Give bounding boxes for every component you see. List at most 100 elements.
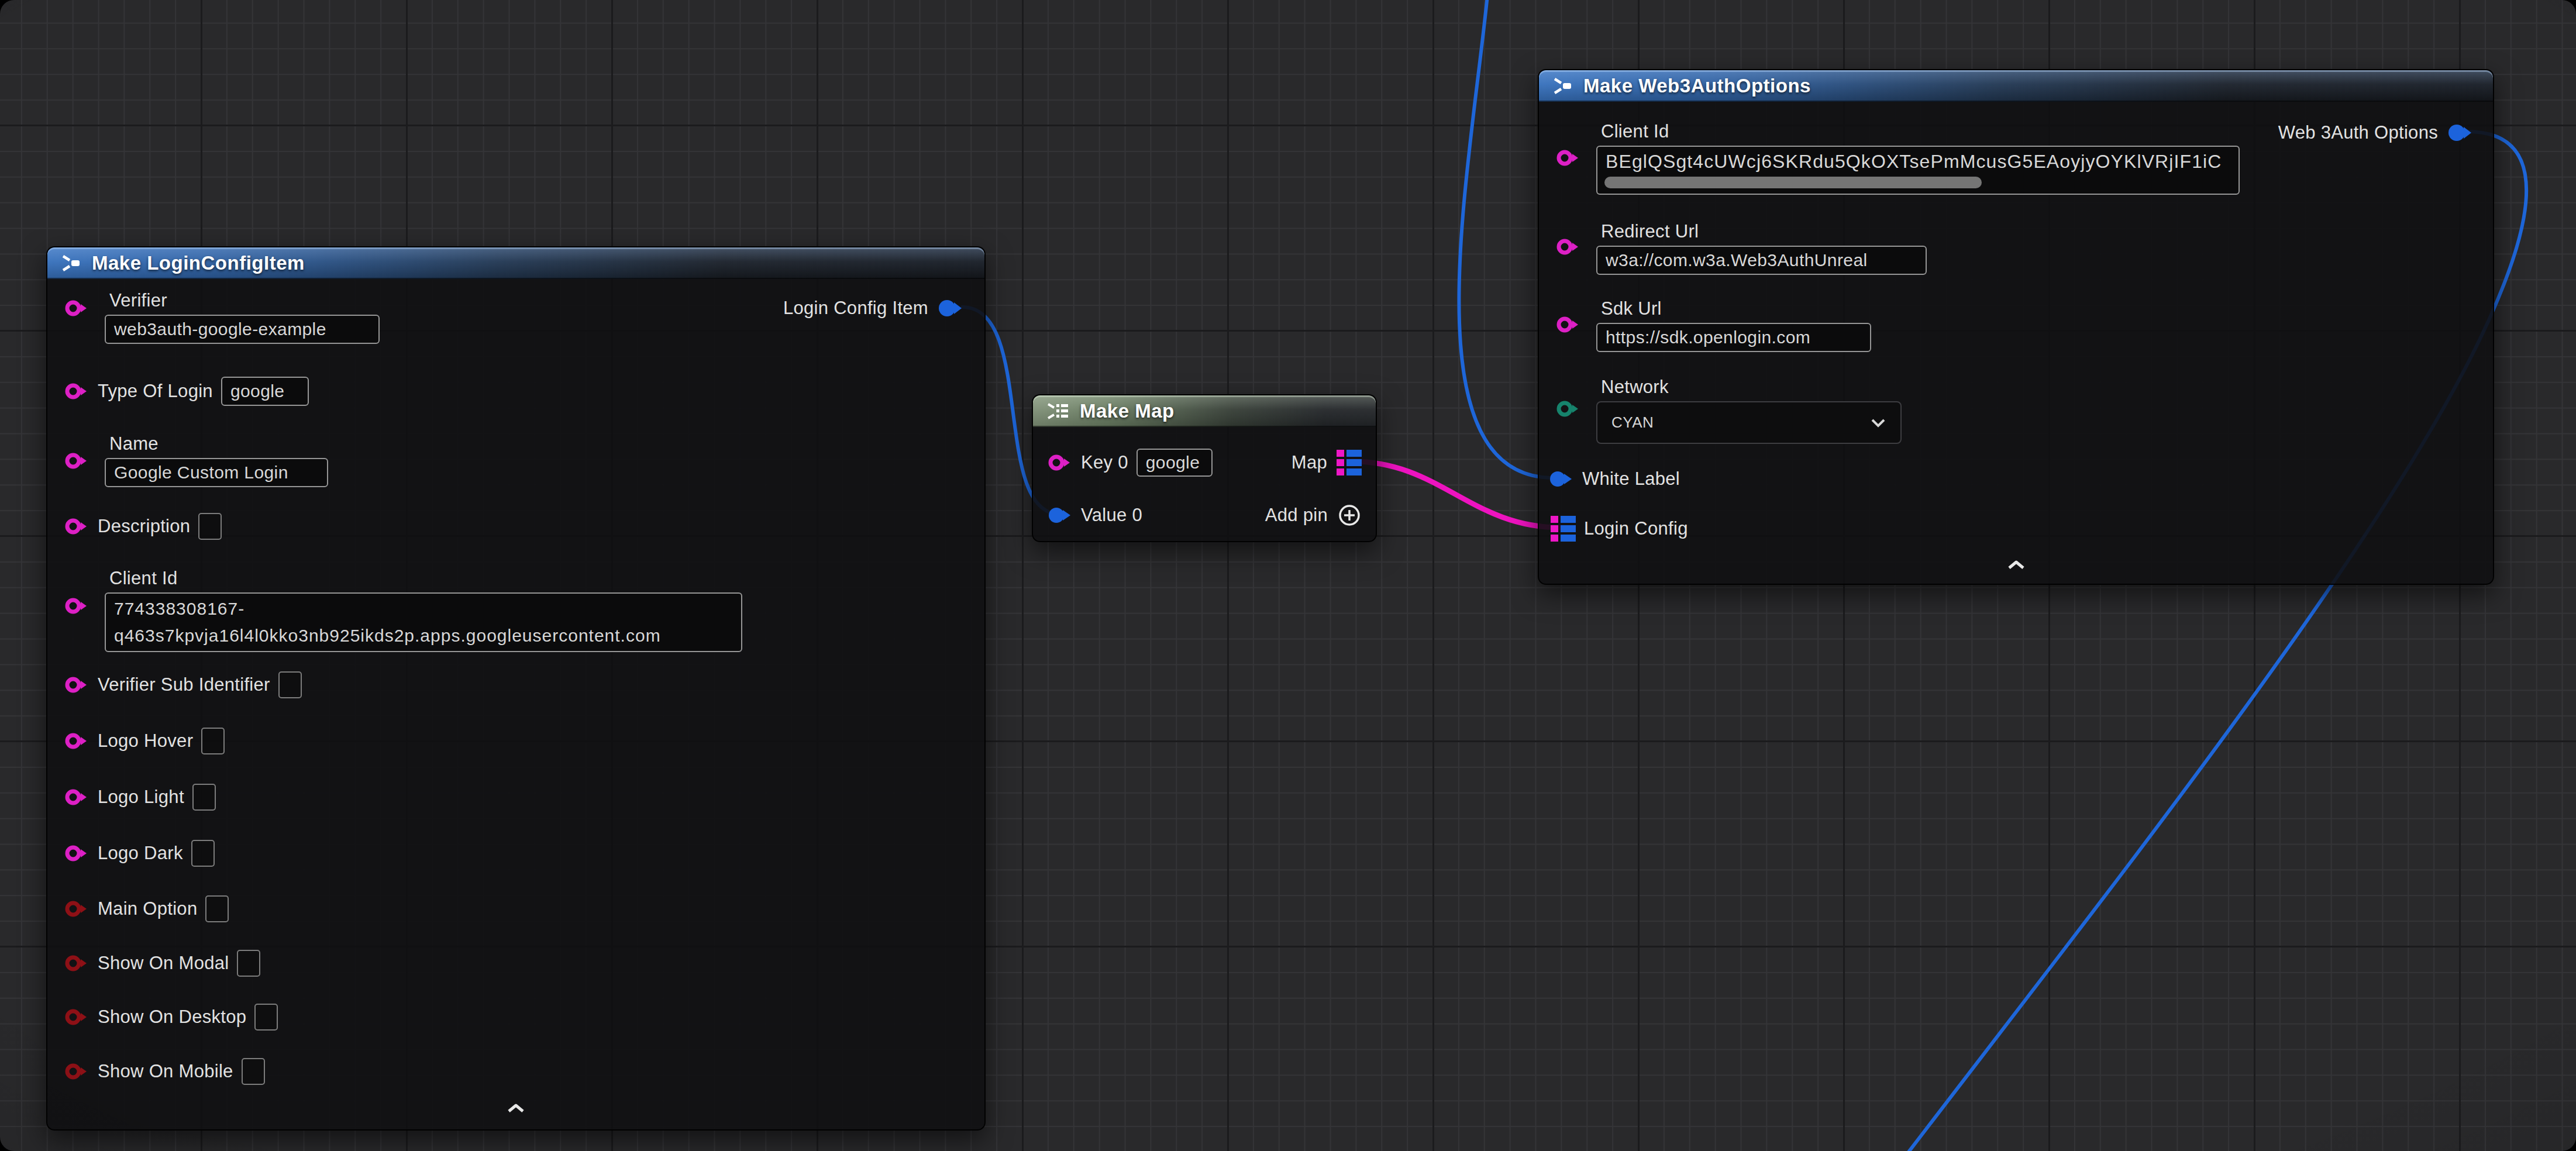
output-pin-row-web3auth-options[interactable]: Web 3Auth Options bbox=[2278, 119, 2473, 147]
type-of-login-pin[interactable] bbox=[64, 382, 89, 401]
main-option-checkbox[interactable] bbox=[205, 895, 229, 922]
logo-dark-input[interactable] bbox=[191, 840, 215, 867]
collapse-button[interactable] bbox=[47, 1102, 984, 1115]
description-label: Description bbox=[98, 516, 190, 537]
value0-pin[interactable] bbox=[1047, 506, 1073, 525]
row-value0: Value 0 bbox=[1047, 499, 1142, 532]
sdk-url-label: Sdk Url bbox=[1601, 298, 1871, 319]
make-struct-icon bbox=[1552, 77, 1573, 95]
description-input[interactable] bbox=[198, 513, 222, 540]
client-id-input[interactable]: BEglQSgt4cUWcj6SKRdu5QkOXTsePmMcusG5EAoy… bbox=[1596, 146, 2240, 195]
row-main-option: Main Option bbox=[64, 892, 229, 925]
chevron-up-icon bbox=[2006, 559, 2027, 571]
type-of-login-input[interactable]: google bbox=[221, 377, 309, 406]
white-label-label: White Label bbox=[1582, 468, 1680, 490]
client-id-pin[interactable] bbox=[64, 597, 89, 618]
show-on-modal-checkbox[interactable] bbox=[237, 950, 260, 977]
node-header-make-loginconfigitem[interactable]: Make LoginConfigItem bbox=[47, 247, 984, 279]
verifier-sub-identifier-pin[interactable] bbox=[64, 676, 89, 694]
web3auth-options-output-label: Web 3Auth Options bbox=[2278, 122, 2438, 143]
row-show-on-mobile: Show On Mobile bbox=[64, 1055, 265, 1088]
client-id-pin[interactable] bbox=[1555, 149, 1581, 170]
client-id-label: Client Id bbox=[1601, 121, 2240, 142]
make-map-icon bbox=[1046, 402, 1069, 420]
output-pin-row-map[interactable]: Map bbox=[1292, 449, 1362, 477]
node-title: Make Web3AuthOptions bbox=[1583, 75, 1811, 97]
row-logo-hover: Logo Hover bbox=[64, 725, 225, 757]
verifier-sub-identifier-input[interactable] bbox=[278, 671, 302, 698]
client-id-line2: q463s7kpvja16l4l0kko3nb925ikds2p.apps.go… bbox=[114, 622, 661, 649]
login-config-label: Login Config bbox=[1584, 518, 1688, 539]
show-on-modal-label: Show On Modal bbox=[98, 953, 229, 974]
chevron-down-icon bbox=[1870, 418, 1886, 428]
logo-dark-pin[interactable] bbox=[64, 844, 89, 863]
row-login-config: Login Config bbox=[1551, 512, 1688, 545]
description-pin[interactable] bbox=[64, 517, 89, 536]
field-row-verifier: Verifier web3auth-google-example bbox=[64, 290, 380, 344]
show-on-desktop-pin[interactable] bbox=[64, 1008, 89, 1026]
key0-label: Key 0 bbox=[1081, 452, 1128, 473]
chevron-up-icon bbox=[505, 1102, 526, 1115]
main-option-pin[interactable] bbox=[64, 900, 89, 918]
show-on-mobile-checkbox[interactable] bbox=[242, 1058, 265, 1085]
logo-dark-label: Logo Dark bbox=[98, 843, 183, 864]
make-struct-icon bbox=[60, 254, 81, 272]
row-type-of-login: Type Of Login google bbox=[64, 375, 309, 408]
field-row-redirect-url: Redirect Url w3a://com.w3a.Web3AuthUnrea… bbox=[1555, 221, 1927, 275]
row-logo-dark: Logo Dark bbox=[64, 837, 215, 870]
show-on-modal-pin[interactable] bbox=[64, 954, 89, 973]
add-pin-icon bbox=[1337, 503, 1362, 528]
wire-map-to-loginconfig bbox=[1352, 461, 1561, 528]
network-pin[interactable] bbox=[1555, 399, 1581, 421]
node-make-web3authoptions[interactable]: Make Web3AuthOptions Web 3Auth Options C… bbox=[1538, 69, 2494, 585]
verifier-label: Verifier bbox=[109, 290, 380, 311]
redirect-url-input[interactable]: w3a://com.w3a.Web3AuthUnreal bbox=[1596, 246, 1927, 275]
redirect-url-label: Redirect Url bbox=[1601, 221, 1927, 242]
network-dropdown[interactable]: CYAN bbox=[1596, 401, 1902, 444]
node-title: Make LoginConfigItem bbox=[92, 252, 305, 274]
node-header-make-web3authoptions[interactable]: Make Web3AuthOptions bbox=[1539, 70, 2493, 102]
logo-light-input[interactable] bbox=[192, 784, 216, 811]
verifier-sub-identifier-label: Verifier Sub Identifier bbox=[98, 674, 270, 695]
collapse-button[interactable] bbox=[1539, 559, 2493, 571]
name-pin[interactable] bbox=[64, 452, 89, 473]
client-id-line1: 774338308167- bbox=[114, 595, 244, 622]
white-label-pin[interactable] bbox=[1548, 470, 1574, 488]
client-id-input[interactable]: 774338308167- q463s7kpvja16l4l0kko3nb925… bbox=[105, 592, 742, 652]
field-row-name: Name Google Custom Login bbox=[64, 433, 328, 487]
login-config-pin[interactable] bbox=[1551, 516, 1576, 542]
redirect-url-pin[interactable] bbox=[1555, 237, 1581, 259]
show-on-desktop-label: Show On Desktop bbox=[98, 1007, 246, 1028]
name-label: Name bbox=[109, 433, 328, 454]
node-make-map[interactable]: Make Map Key 0 google Map Value 0 Add pi… bbox=[1032, 394, 1377, 542]
show-on-desktop-checkbox[interactable] bbox=[254, 1004, 278, 1031]
field-row-network: Network CYAN bbox=[1555, 377, 1902, 444]
node-make-loginconfigitem[interactable]: Make LoginConfigItem Login Config Item V… bbox=[46, 246, 986, 1131]
show-on-mobile-pin[interactable] bbox=[64, 1062, 89, 1081]
sdk-url-pin[interactable] bbox=[1555, 315, 1581, 336]
client-id-scrollbar[interactable] bbox=[1604, 177, 1982, 188]
blueprint-graph-canvas[interactable]: Make LoginConfigItem Login Config Item V… bbox=[0, 0, 2576, 1151]
name-input[interactable]: Google Custom Login bbox=[105, 458, 328, 487]
login-config-item-output-pin[interactable] bbox=[938, 299, 963, 318]
verifier-pin[interactable] bbox=[64, 299, 89, 320]
main-option-label: Main Option bbox=[98, 898, 197, 919]
key0-pin[interactable] bbox=[1047, 453, 1073, 472]
client-id-value: BEglQSgt4cUWcj6SKRdu5QkOXTsePmMcusG5EAoy… bbox=[1606, 150, 2222, 173]
key0-input[interactable]: google bbox=[1137, 449, 1213, 477]
logo-light-label: Logo Light bbox=[98, 787, 184, 808]
output-pin-row-login-config-item[interactable]: Login Config Item bbox=[783, 294, 963, 322]
logo-light-pin[interactable] bbox=[64, 788, 89, 807]
sdk-url-input[interactable]: https://sdk.openlogin.com bbox=[1596, 323, 1871, 352]
verifier-input[interactable]: web3auth-google-example bbox=[105, 315, 380, 344]
logo-hover-input[interactable] bbox=[201, 728, 225, 754]
add-pin-button[interactable]: Add pin bbox=[1265, 501, 1362, 529]
field-row-client-id: Client Id BEglQSgt4cUWcj6SKRdu5QkOXTsePm… bbox=[1555, 121, 2240, 195]
web3auth-options-output-pin[interactable] bbox=[2447, 123, 2473, 142]
row-logo-light: Logo Light bbox=[64, 781, 216, 814]
node-header-make-map[interactable]: Make Map bbox=[1033, 395, 1376, 427]
map-output-pin[interactable] bbox=[1337, 450, 1362, 475]
row-key0: Key 0 google bbox=[1047, 446, 1213, 479]
logo-hover-pin[interactable] bbox=[64, 732, 89, 750]
logo-hover-label: Logo Hover bbox=[98, 730, 193, 752]
